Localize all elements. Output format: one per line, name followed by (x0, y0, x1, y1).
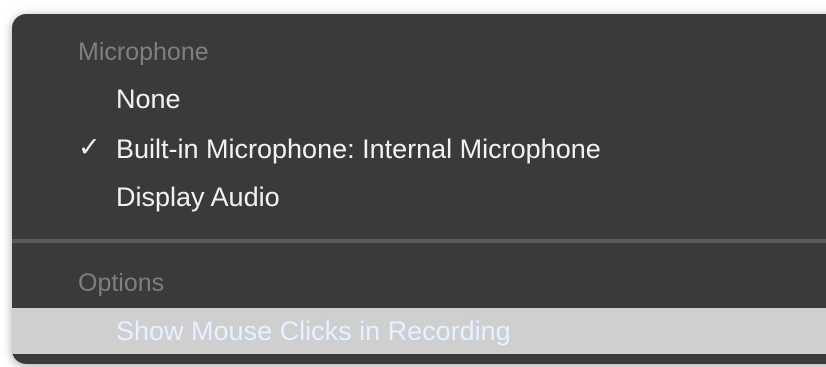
recording-options-menu: Microphone None ✓ Built-in Microphone: I… (12, 14, 826, 364)
section-header-microphone: Microphone (78, 38, 209, 66)
checkmark-icon: ✓ (78, 132, 101, 162)
menu-item-built-in-microphone[interactable]: ✓ Built-in Microphone: Internal Micropho… (12, 126, 826, 174)
section-header-options: Options (78, 269, 165, 297)
menu-item-show-mouse-clicks[interactable]: Show Mouse Clicks in Recording (12, 308, 826, 354)
menu-separator (12, 239, 826, 243)
menu-item-label: Display Audio (116, 182, 280, 212)
menu-item-label: None (116, 84, 181, 114)
menu-item-display-audio[interactable]: Display Audio (12, 174, 826, 222)
menu-item-label: Show Mouse Clicks in Recording (116, 316, 511, 346)
menu-item-label: Built-in Microphone: Internal Microphone (116, 134, 601, 164)
menu-item-none[interactable]: None (12, 76, 826, 124)
